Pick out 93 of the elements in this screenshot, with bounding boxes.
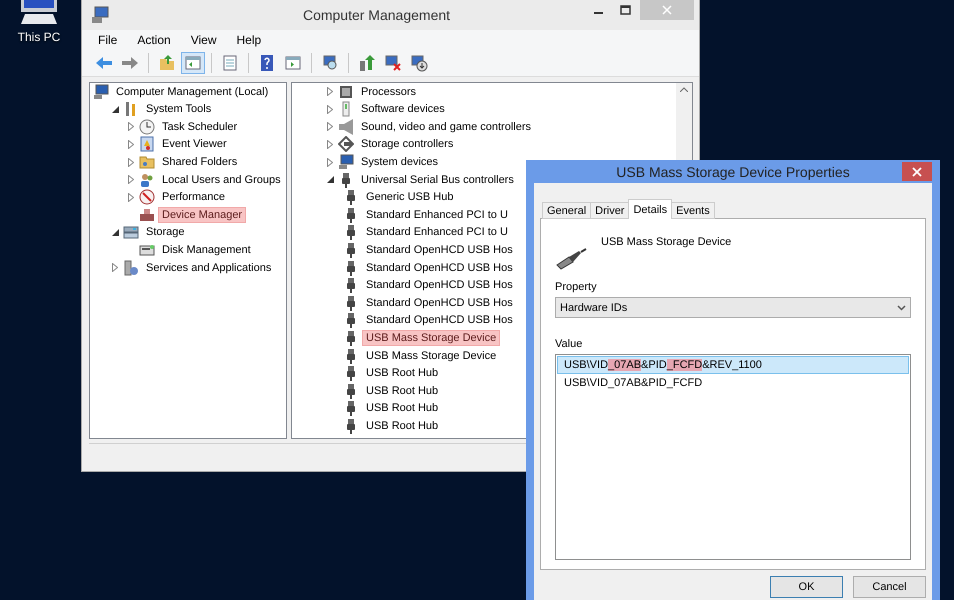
menu-item[interactable]: File bbox=[88, 33, 128, 48]
tree-item[interactable]: USB Mass Storage Device bbox=[362, 330, 500, 346]
tree-item[interactable]: Device Manager bbox=[158, 206, 246, 223]
tab[interactable]: Driver bbox=[590, 202, 630, 219]
dialog-button[interactable]: OK bbox=[770, 576, 843, 598]
menu-item[interactable]: View bbox=[180, 33, 226, 48]
tree-item[interactable]: USB Mass Storage Device bbox=[362, 348, 500, 364]
tree-item[interactable]: System devices bbox=[357, 154, 442, 170]
tree-item[interactable]: Universal Serial Bus controllers bbox=[357, 172, 518, 188]
log-icon bbox=[139, 136, 155, 152]
field-label: Property bbox=[555, 281, 598, 293]
minimize-icon bbox=[594, 12, 602, 14]
folder-icon bbox=[139, 154, 155, 170]
close-button[interactable] bbox=[902, 162, 932, 181]
expand-arrow-icon[interactable] bbox=[327, 104, 334, 114]
property-dropdown[interactable]: Hardware IDs bbox=[555, 297, 911, 318]
expand-arrow-icon[interactable] bbox=[327, 87, 334, 96]
chip-icon bbox=[338, 84, 354, 100]
update-arrow-icon bbox=[358, 54, 376, 72]
desktop-icon-label[interactable]: This PC bbox=[18, 30, 60, 44]
collapse-arrow-icon[interactable] bbox=[112, 228, 118, 236]
drive-icon bbox=[123, 224, 139, 240]
tree-item[interactable]: Services and Applications bbox=[142, 260, 276, 276]
panel-icon bbox=[184, 54, 202, 72]
clock-icon bbox=[139, 118, 155, 135]
diamond-icon bbox=[338, 136, 354, 152]
folder-up-icon bbox=[158, 54, 176, 72]
tree-item[interactable]: Processors bbox=[357, 84, 420, 100]
speaker-icon bbox=[338, 118, 354, 135]
tree-item[interactable]: Software devices bbox=[357, 101, 449, 118]
tab[interactable]: Details bbox=[628, 199, 672, 219]
computer-icon bbox=[338, 154, 354, 170]
disk-icon bbox=[139, 242, 155, 258]
collapse-arrow-icon[interactable] bbox=[112, 106, 118, 113]
menu-item[interactable]: Action bbox=[127, 33, 181, 48]
tree-item[interactable]: Shared Folders bbox=[158, 154, 242, 170]
expand-arrow-icon[interactable] bbox=[112, 263, 118, 272]
tree-item[interactable]: Sound, video and game controllers bbox=[357, 118, 536, 135]
expand-arrow-icon[interactable] bbox=[128, 192, 134, 202]
tree-item[interactable]: Standard OpenHCD USB Hos bbox=[362, 242, 517, 258]
tab[interactable]: General bbox=[542, 202, 592, 219]
close-icon bbox=[662, 5, 672, 15]
tree-item[interactable]: Disk Management bbox=[158, 242, 255, 258]
monitor-search-icon bbox=[321, 54, 339, 72]
chevron-down-icon bbox=[897, 304, 906, 310]
expand-arrow-icon[interactable] bbox=[327, 122, 334, 132]
tree-item[interactable]: Standard OpenHCD USB Hos bbox=[362, 312, 517, 328]
list-icon bbox=[221, 54, 239, 72]
computer-icon bbox=[91, 6, 109, 24]
tab[interactable]: Events bbox=[671, 202, 715, 219]
tree-item[interactable]: USB Root Hub bbox=[362, 418, 442, 434]
list-item[interactable]: USB\VID_07AB&PID_FCFD&REV_1100 bbox=[557, 356, 909, 374]
monitor-down-icon bbox=[410, 54, 428, 72]
collapse-arrow-icon[interactable] bbox=[326, 176, 334, 184]
device-name: USB Mass Storage Device bbox=[601, 235, 732, 250]
tree-item[interactable]: Local Users and Groups bbox=[158, 172, 285, 188]
tree-item[interactable]: USB Root Hub bbox=[362, 382, 442, 399]
tree-item[interactable]: Computer Management (Local) bbox=[112, 84, 272, 100]
tree-item[interactable]: Standard OpenHCD USB Hos bbox=[362, 260, 517, 276]
close-icon bbox=[912, 166, 922, 176]
expand-arrow-icon[interactable] bbox=[128, 175, 134, 184]
tree-item[interactable]: Performance bbox=[158, 189, 229, 206]
tree-item[interactable]: Standard Enhanced PCI to U bbox=[362, 206, 512, 223]
users-icon bbox=[139, 172, 155, 188]
tree-item[interactable]: Standard OpenHCD USB Hos bbox=[362, 277, 517, 294]
menu-item[interactable]: Help bbox=[226, 33, 272, 48]
list-item[interactable]: USB\VID_07AB&PID_FCFD bbox=[557, 374, 909, 392]
toolbar-button[interactable] bbox=[181, 52, 205, 74]
expand-arrow-icon[interactable] bbox=[128, 158, 134, 167]
tree-item[interactable]: System Tools bbox=[142, 101, 216, 118]
tree-item[interactable]: Storage bbox=[142, 224, 189, 240]
expand-arrow-icon[interactable] bbox=[327, 140, 334, 149]
expand-arrow-icon[interactable] bbox=[128, 122, 134, 132]
window-title: Computer Management bbox=[302, 6, 452, 23]
printer-icon bbox=[139, 206, 155, 223]
dialog-button[interactable]: Cancel bbox=[853, 576, 926, 598]
panel-icon bbox=[284, 54, 302, 72]
tree-item[interactable]: Generic USB Hub bbox=[362, 189, 458, 206]
expand-arrow-icon[interactable] bbox=[327, 158, 334, 167]
monitor-cross-icon bbox=[384, 54, 402, 72]
tree-item[interactable]: Task Scheduler bbox=[158, 118, 242, 135]
tree-item[interactable]: Standard Enhanced PCI to U bbox=[362, 224, 512, 240]
help-icon bbox=[258, 54, 276, 72]
scroll-up-icon[interactable] bbox=[680, 86, 688, 92]
maximize-icon bbox=[620, 5, 632, 15]
field-label: Value bbox=[555, 338, 584, 350]
tree-item[interactable]: USB Root Hub bbox=[362, 365, 442, 382]
tree-item[interactable]: Event Viewer bbox=[158, 136, 231, 152]
tree-item[interactable]: Storage controllers bbox=[357, 136, 458, 152]
tree-item[interactable]: USB Root Hub bbox=[362, 400, 442, 416]
tree-item[interactable]: Standard OpenHCD USB Hos bbox=[362, 294, 517, 311]
dialog-title: USB Mass Storage Device Properties bbox=[615, 164, 851, 180]
expand-arrow-icon[interactable] bbox=[128, 140, 134, 149]
